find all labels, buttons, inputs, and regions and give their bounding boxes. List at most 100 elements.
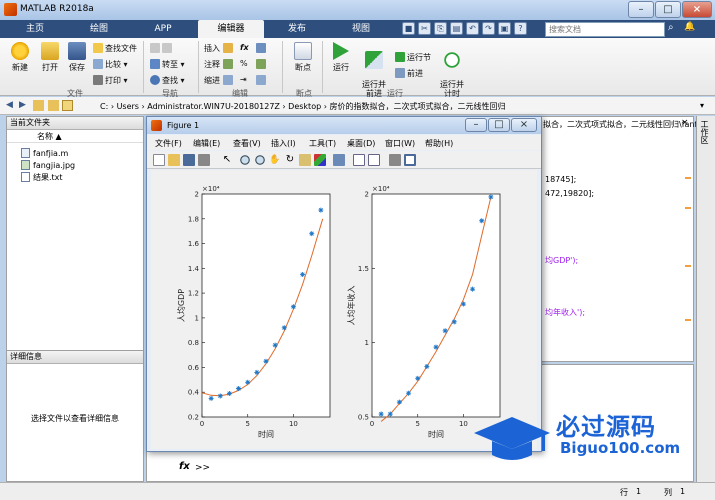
menu-tools[interactable]: 工具(T) [309,138,336,149]
switch-windows-icon[interactable]: ▣ [498,22,511,35]
insert-icon [222,43,233,53]
maximize-button[interactable]: □ [655,1,681,18]
tab-plots[interactable]: 绘图 [68,20,130,38]
file-item[interactable]: fanfjia.m [21,148,68,159]
data-point-marker [378,411,384,417]
zoom-in-icon[interactable] [239,154,251,166]
figure-minimize-button[interactable]: – [465,118,487,132]
figure-close-button[interactable]: × [511,118,537,132]
run-time-label: 运行并 计时 [440,80,464,98]
find-files-label: 查找文件 [105,44,137,53]
find-button[interactable]: 查找 ▾ [150,75,185,86]
indent-smart-button[interactable]: ⇥ [240,75,247,84]
y-tick-label: 0.5 [358,414,369,422]
copy-icon[interactable]: ⎘ [434,22,447,35]
paste-icon[interactable]: ▤ [450,22,463,35]
tab-apps[interactable]: APP [132,20,194,38]
menu-window[interactable]: 窗口(W) [385,138,415,149]
run-and-time-button[interactable]: 运行并 计时 [436,42,468,98]
tab-home[interactable]: 主页 [4,20,66,38]
watermark-logo: 必过源码 Biguo100.com [472,405,687,467]
help-icon[interactable]: ? [514,22,527,35]
goto-button[interactable]: 转至 ▾ [150,59,185,70]
breakpoints-button[interactable]: 断点 [288,42,318,73]
editor-tab-title[interactable]: 拟合，二次式项式拟合，二元线性回归\fanfjia.m [543,119,715,130]
pan-hand-icon[interactable]: ✋ [269,154,281,166]
menu-view[interactable]: 查看(V) [233,138,261,149]
warning-marker[interactable] [685,265,691,267]
browse-folder-icon[interactable] [48,100,59,111]
undo-icon[interactable]: ↶ [466,22,479,35]
warning-marker[interactable] [685,319,691,321]
notification-icon[interactable]: 🔔 [684,22,697,37]
address-dropdown-icon[interactable]: ▾ [700,101,704,110]
menu-desktop[interactable]: 桌面(D) [347,138,375,149]
minimize-button[interactable]: – [628,1,654,18]
save-button[interactable]: 保存 [64,42,90,73]
run-section-button[interactable]: 运行节 [395,52,431,63]
tab-view[interactable]: 视图 [330,20,392,38]
menu-help[interactable]: 帮助(H) [425,138,453,149]
show-plot-tools-icon[interactable] [404,154,416,166]
x-tick-label: 10 [459,420,468,428]
name-column-header[interactable]: 名称 ▲ [7,131,143,143]
search-icon[interactable]: ⌕ [668,22,681,37]
back-arrow-icon[interactable]: ◀ [6,100,13,110]
percent-button[interactable]: % [240,59,248,68]
current-folder-path[interactable]: C: › Users › Administrator.WIN7U-2018012… [100,101,505,112]
workspace-panel: 工作区 [696,116,715,482]
menu-file[interactable]: 文件(F) [155,138,182,149]
new-button[interactable]: 新建 [6,42,34,73]
matlab-logo-icon [4,3,17,16]
data-point-marker [470,286,476,292]
file-item[interactable]: fangjia.jpg [21,160,75,171]
open-button[interactable]: 打开 [36,42,64,73]
comment-button[interactable]: 注释 [204,59,235,70]
insert-button[interactable]: 插入 [204,43,235,54]
file-item[interactable]: 结果.txt [21,172,63,183]
uncomment-button[interactable] [256,59,268,69]
print-figure-icon[interactable] [198,154,210,166]
find-files-button[interactable]: 查找文件 [93,43,137,54]
save-figure-icon[interactable] [183,154,195,166]
insert-colorbar-icon[interactable] [353,154,365,166]
redo-icon[interactable]: ↷ [482,22,495,35]
fx-button[interactable]: fx [240,43,249,52]
rotate-3d-icon[interactable]: ↻ [284,154,296,166]
tab-editor[interactable]: 编辑器 [198,20,264,38]
compare-button[interactable]: 比较 ▾ [93,59,128,70]
hide-plot-tools-icon[interactable] [389,154,401,166]
warning-marker[interactable] [685,207,691,209]
editor-close-icon[interactable]: × [681,118,689,128]
data-point-marker [281,325,287,331]
tab-publish[interactable]: 发布 [266,20,328,38]
warning-marker[interactable] [685,177,691,179]
menu-insert[interactable]: 插入(I) [271,138,296,149]
advance-button[interactable]: 前进 [395,68,423,79]
figure-maximize-button[interactable]: □ [488,118,510,132]
wrap-comments-button[interactable] [256,75,268,85]
x-tick-label: 5 [415,420,419,428]
open-file-icon[interactable] [168,154,180,166]
data-cursor-icon[interactable] [299,154,311,166]
link-plot-icon[interactable] [333,154,345,166]
workspace-title[interactable]: 工作区 [699,120,710,144]
save-quick-icon[interactable]: ■ [402,22,415,35]
col-label: 列 [664,488,672,497]
new-figure-icon[interactable] [153,154,165,166]
run-button[interactable]: 运行 [326,42,356,73]
forward-arrow-icon[interactable]: ▶ [19,100,26,110]
zoom-out-icon[interactable] [254,154,266,166]
y-tick-label: 1 [195,314,199,322]
indent-button[interactable]: 缩进 [204,75,235,86]
pointer-icon[interactable]: ↖ [221,154,233,166]
search-documentation-input[interactable]: 搜索文档 [545,22,665,37]
print-button[interactable]: 打印 ▾ [93,75,128,86]
menu-edit[interactable]: 编辑(E) [193,138,220,149]
brush-icon[interactable] [314,154,326,166]
up-folder-icon[interactable] [33,100,44,111]
function-browser-button[interactable] [256,43,268,53]
cut-icon[interactable]: ✂ [418,22,431,35]
insert-legend-icon[interactable] [368,154,380,166]
close-button[interactable]: × [682,1,712,18]
